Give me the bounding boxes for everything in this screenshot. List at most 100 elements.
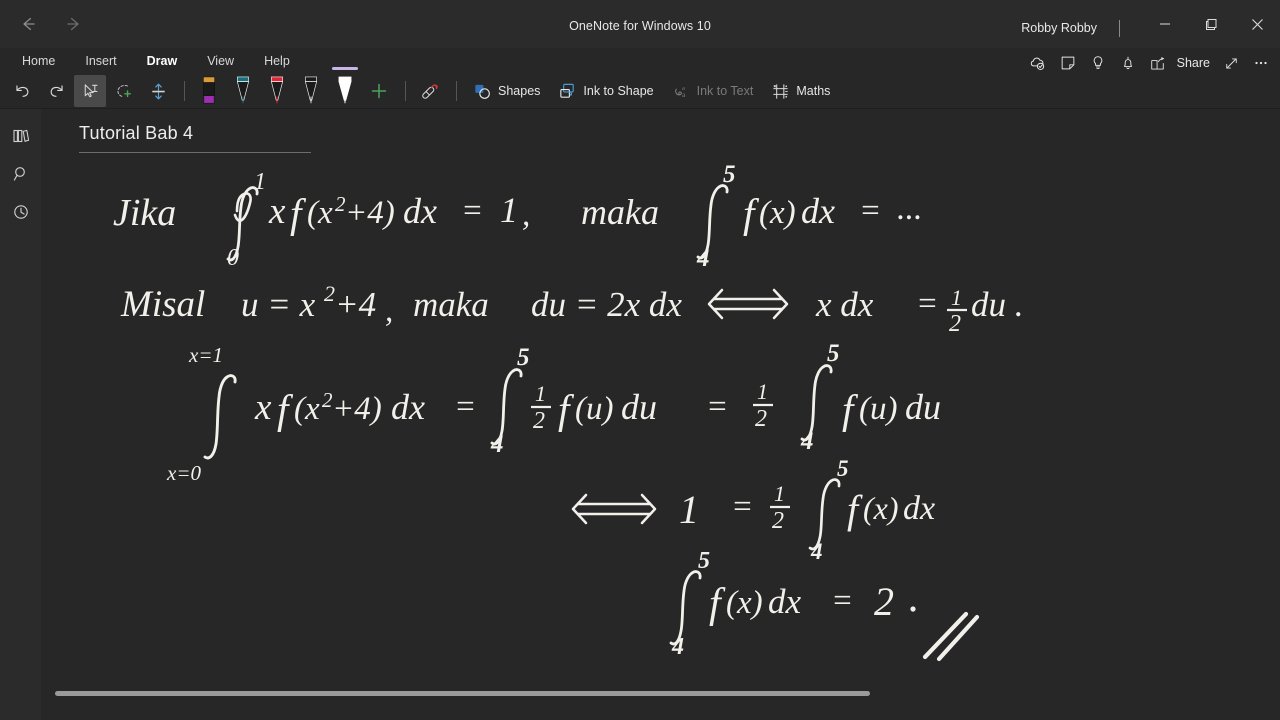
svg-text:1: 1 xyxy=(679,487,699,532)
svg-text:du: du xyxy=(905,387,941,427)
maximize-icon xyxy=(1205,18,1216,30)
svg-text:x: x xyxy=(254,387,272,428)
draw-toolbar: Shapes Ink to Shape a a Ink to Text Math… xyxy=(0,67,1280,108)
recent-clock-icon xyxy=(13,205,28,219)
svg-text:5: 5 xyxy=(837,456,849,481)
tab-draw[interactable]: Draw xyxy=(137,52,188,70)
ink-to-shape-label: Ink to Shape xyxy=(583,84,654,98)
ink-to-shape-button[interactable]: Ink to Shape xyxy=(550,75,661,107)
svg-text:,: , xyxy=(385,293,393,329)
forward-arrow-glyph xyxy=(67,17,79,31)
shapes-label: Shapes xyxy=(498,84,541,98)
tab-insert[interactable]: Insert xyxy=(75,52,126,70)
pen-teal-tool[interactable] xyxy=(227,75,259,107)
svg-text:2: 2 xyxy=(949,311,961,337)
svg-text:=: = xyxy=(859,193,881,229)
minimize-button[interactable] xyxy=(1142,8,1188,40)
sidebar-item-recent[interactable] xyxy=(0,193,41,231)
svg-text:dx: dx xyxy=(801,191,835,231)
svg-text:1: 1 xyxy=(500,190,518,230)
maths-button[interactable]: Maths xyxy=(763,75,838,107)
lasso-select-tool[interactable] xyxy=(108,75,140,107)
sync-cloud-glyph xyxy=(1030,57,1044,70)
pen-teal-icon xyxy=(237,76,249,104)
svg-text:Jika: Jika xyxy=(113,192,176,234)
close-button[interactable] xyxy=(1234,8,1280,40)
svg-text:4: 4 xyxy=(671,634,684,660)
toolbar-separator-1 xyxy=(184,81,185,101)
svg-text:dx: dx xyxy=(403,191,437,231)
svg-text:du: du xyxy=(621,387,657,427)
svg-text:1: 1 xyxy=(254,169,266,195)
pen-red-tool[interactable] xyxy=(261,75,293,107)
svg-text:2: 2 xyxy=(772,508,784,534)
svg-text:5: 5 xyxy=(723,161,736,188)
maths-icon xyxy=(773,83,788,99)
svg-text:(u): (u) xyxy=(575,391,613,427)
sidebar-item-notebooks[interactable] xyxy=(0,117,41,155)
svg-text:(x): (x) xyxy=(726,585,763,621)
pen-white-tool[interactable] xyxy=(329,67,361,107)
ink-to-text-icon: a a xyxy=(674,84,686,99)
svg-text:du = 2x dx: du = 2x dx xyxy=(531,285,682,324)
user-account-name[interactable]: Robby Robby xyxy=(1021,21,1097,35)
insert-space-tool[interactable] xyxy=(142,75,174,107)
maximize-button[interactable] xyxy=(1188,8,1234,40)
svg-text:f: f xyxy=(709,581,726,627)
navigation-arrows xyxy=(0,6,94,42)
horizontal-scrollbar[interactable] xyxy=(55,691,1245,696)
sidebar-item-search[interactable] xyxy=(0,155,41,193)
pen-black-tool[interactable] xyxy=(295,75,327,107)
svg-text:,: , xyxy=(522,197,530,233)
redo-button[interactable] xyxy=(40,75,72,107)
svg-text:...: ... xyxy=(897,190,923,227)
svg-text:0: 0 xyxy=(227,245,239,271)
ink-to-shape-icon xyxy=(560,83,575,98)
svg-text:5: 5 xyxy=(827,340,840,367)
ink-to-text-button[interactable]: a a Ink to Text xyxy=(664,75,762,107)
svg-text:+4): +4) xyxy=(332,391,382,427)
svg-text:dx: dx xyxy=(391,387,425,427)
iff-arrow-2 xyxy=(571,493,657,525)
back-arrow-icon[interactable] xyxy=(8,6,48,42)
svg-text:du .: du . xyxy=(971,285,1024,324)
svg-text:5: 5 xyxy=(517,344,530,371)
shapes-button[interactable]: Shapes xyxy=(465,75,548,107)
redo-icon xyxy=(50,84,63,97)
svg-text:+4: +4 xyxy=(335,285,376,324)
selected-pen-indicator xyxy=(332,67,358,70)
svg-text:u = x: u = x xyxy=(241,285,316,324)
page-canvas[interactable]: Tutorial Bab 4 Jika 1 0 x f (x 2 +4) dx … xyxy=(41,109,1280,720)
tab-home[interactable]: Home xyxy=(12,52,65,70)
svg-text:f: f xyxy=(842,386,859,432)
eraser-tool[interactable] xyxy=(414,75,446,107)
svg-text:f: f xyxy=(743,190,760,236)
undo-button[interactable] xyxy=(6,75,38,107)
svg-text:4: 4 xyxy=(490,431,504,458)
ink-line-5: 5 4 f (x) dx = 2 xyxy=(669,548,980,662)
horizontal-scrollbar-thumb[interactable] xyxy=(55,691,870,696)
pen-red-icon xyxy=(271,76,283,104)
qed-slashes xyxy=(922,611,980,662)
svg-text:=: = xyxy=(831,583,853,619)
svg-text:=: = xyxy=(731,489,753,525)
svg-text:+4): +4) xyxy=(345,195,395,231)
add-pen-button[interactable] xyxy=(363,75,395,107)
add-plus-icon xyxy=(371,83,387,99)
svg-text:=: = xyxy=(706,389,728,425)
forward-arrow-icon[interactable] xyxy=(54,6,94,42)
highlighter-purple-tool[interactable] xyxy=(193,75,225,107)
onenote-window: OneNote for Windows 10 Robby Robby Home … xyxy=(0,0,1280,720)
ink-line-4: 1 = 1 2 5 4 f (x) dx xyxy=(571,456,935,564)
svg-text:(x: (x xyxy=(307,195,333,231)
svg-text:x: x xyxy=(268,191,286,232)
select-type-tool[interactable] xyxy=(74,75,106,107)
ink-strokes-layer: Jika 1 0 x f (x 2 +4) dx = 1 , maka 5 4 … xyxy=(113,161,1024,662)
svg-text:=: = xyxy=(916,286,938,322)
tab-view[interactable]: View xyxy=(197,52,244,70)
svg-text:5: 5 xyxy=(698,548,710,574)
close-icon xyxy=(1251,18,1263,30)
lightbulb-glyph xyxy=(1093,56,1102,70)
svg-text:(u): (u) xyxy=(859,391,897,427)
tab-help[interactable]: Help xyxy=(254,52,300,70)
